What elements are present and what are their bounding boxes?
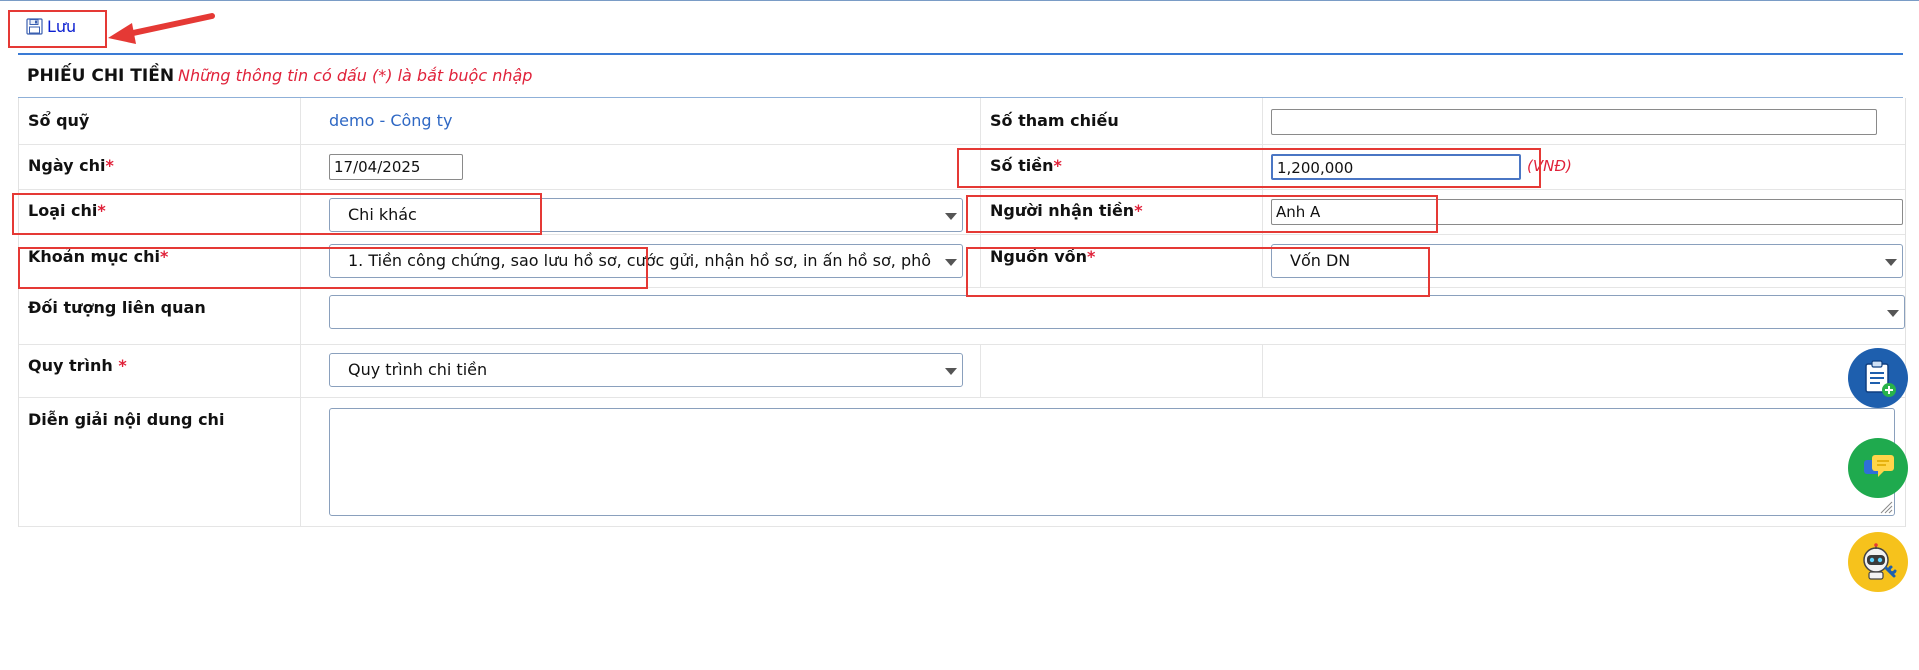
value-cell: 17/04/2025: [301, 145, 981, 189]
label-cell: Diễn giải nội dung chi: [19, 398, 301, 526]
label-nguoi-nhan-tien: Người nhận tiền*: [990, 201, 1143, 220]
dien-giai-textarea[interactable]: [329, 408, 1895, 516]
payment-form: Sổ quỹ demo - Công ty Số tham chiếu Ngày…: [18, 98, 1906, 527]
currency-unit: (VNĐ): [1527, 157, 1572, 175]
so-tien-input[interactable]: 1,200,000: [1271, 154, 1521, 180]
support-robot-button[interactable]: [1848, 532, 1908, 592]
nguon-von-select[interactable]: Vốn DN: [1271, 244, 1903, 278]
value-cell-wide: [301, 288, 1905, 344]
label-text: Loại chi: [28, 201, 98, 220]
required-mark: *: [160, 247, 169, 266]
save-button[interactable]: Lưu: [26, 17, 76, 36]
ngay-chi-input[interactable]: 17/04/2025: [329, 154, 463, 180]
value-cell: Quy trình chi tiền: [301, 345, 981, 397]
label-ngay-chi: Ngày chi*: [28, 156, 114, 175]
so-tham-chieu-input[interactable]: [1271, 109, 1877, 135]
value-cell: demo - Công ty: [301, 98, 981, 144]
label-cell: Đối tượng liên quan: [19, 288, 301, 344]
robot-support-icon: [1863, 543, 1897, 580]
chevron-down-icon: [945, 259, 957, 266]
form-row: Quy trình * Quy trình chi tiền: [19, 345, 1905, 398]
form-row: Loại chi* Chi khác Người nhận tiền* Anh …: [19, 190, 1905, 235]
label-text: Khoản mục chi: [28, 247, 161, 266]
label-cell: Ngày chi*: [19, 145, 301, 189]
value-cell: Anh A: [1263, 190, 1905, 234]
form-row: Diễn giải nội dung chi: [19, 398, 1905, 527]
required-mark: *: [1087, 247, 1096, 266]
required-mark: *: [118, 356, 127, 375]
chevron-down-icon: [1885, 259, 1897, 266]
khoan-muc-chi-select[interactable]: 1. Tiền công chứng, sao lưu hồ sơ, cước …: [329, 244, 963, 278]
label-so-tien: Số tiền*: [990, 156, 1062, 175]
required-mark: *: [1053, 156, 1062, 175]
form-row: Khoản mục chi* 1. Tiền công chứng, sao l…: [19, 235, 1905, 288]
value-cell: Vốn DN: [1263, 235, 1905, 287]
select-value: 1. Tiền công chứng, sao lưu hồ sơ, cước …: [348, 251, 932, 270]
chat-button[interactable]: [1848, 438, 1908, 498]
label-so-tham-chieu: Số tham chiếu: [990, 111, 1119, 130]
chevron-down-icon: [945, 368, 957, 375]
label-so-quy: Sổ quỹ: [28, 111, 90, 130]
empty-cell: [1263, 345, 1905, 397]
label-quy-trinh: Quy trình *: [28, 356, 127, 375]
required-mark: *: [1134, 201, 1143, 220]
select-value: Quy trình chi tiền: [348, 360, 488, 379]
label-nguon-von: Nguồn vốn*: [990, 247, 1095, 266]
clipboard-add-button[interactable]: [1848, 348, 1908, 408]
required-mark: *: [105, 156, 114, 175]
label-doi-tuong-lien-quan: Đối tượng liên quan: [28, 298, 206, 317]
loai-chi-select[interactable]: Chi khác: [329, 198, 963, 232]
label-cell: Quy trình *: [19, 345, 301, 397]
annotation-arrow: [108, 13, 215, 44]
select-value: Vốn DN: [1290, 251, 1351, 270]
form-row: Ngày chi* 17/04/2025 Số tiền* 1,200,000 …: [19, 145, 1905, 190]
label-text: Nguồn vốn: [990, 247, 1087, 266]
so-quy-value[interactable]: demo - Công ty: [329, 111, 452, 130]
label-dien-giai: Diễn giải nội dung chi: [28, 410, 225, 429]
chevron-down-icon: [1887, 310, 1899, 317]
label-cell: Người nhận tiền*: [981, 190, 1263, 234]
required-mark: *: [97, 201, 106, 220]
label-text: Ngày chi: [28, 156, 106, 175]
form-row: Đối tượng liên quan: [19, 288, 1905, 345]
toolbar-divider: [18, 53, 1903, 55]
label-loai-chi: Loại chi*: [28, 201, 106, 220]
form-row: Sổ quỹ demo - Công ty Số tham chiếu: [19, 98, 1905, 145]
label-cell: Loại chi*: [19, 190, 301, 234]
value-cell: Chi khác: [301, 190, 981, 234]
chat-icon: [1864, 455, 1894, 477]
save-button-label: Lưu: [47, 17, 77, 36]
label-cell: Nguồn vốn*: [981, 235, 1263, 287]
resize-grip-icon[interactable]: [1879, 500, 1893, 514]
label-text: Số tiền: [990, 156, 1054, 175]
save-icon: [26, 18, 43, 35]
doi-tuong-lien-quan-select[interactable]: [329, 295, 1905, 329]
label-cell: Số tham chiếu: [981, 98, 1263, 144]
chevron-down-icon: [945, 213, 957, 220]
form-title: PHIẾU CHI TIỀN: [27, 66, 175, 86]
nguoi-nhan-tien-input[interactable]: Anh A: [1271, 199, 1903, 225]
label-khoan-muc-chi: Khoản mục chi*: [28, 247, 168, 266]
value-cell: 1. Tiền công chứng, sao lưu hồ sơ, cước …: [301, 235, 981, 287]
select-value: Chi khác: [348, 205, 417, 224]
required-note: Những thông tin có dấu (*) là bắt buộc n…: [178, 66, 533, 85]
quy-trinh-select[interactable]: Quy trình chi tiền: [329, 353, 963, 387]
empty-cell: [981, 345, 1263, 397]
value-cell-wide: [301, 398, 1905, 526]
label-cell: Khoản mục chi*: [19, 235, 301, 287]
value-cell: 1,200,000 (VNĐ): [1263, 145, 1905, 189]
label-text: Quy trình: [28, 356, 119, 375]
clipboard-add-icon: [1865, 360, 1896, 397]
label-cell: Số tiền*: [981, 145, 1263, 189]
label-text: Người nhận tiền: [990, 201, 1135, 220]
label-cell: Sổ quỹ: [19, 98, 301, 144]
top-border: [0, 0, 1919, 1]
value-cell: [1263, 98, 1905, 144]
